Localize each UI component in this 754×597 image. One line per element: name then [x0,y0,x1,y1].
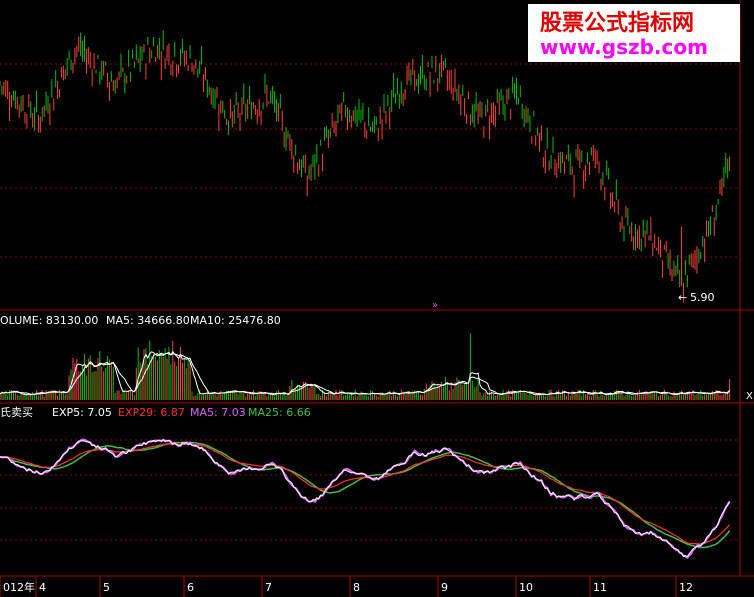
volume-ma10-label: MA10: 25476.80 [190,314,281,327]
watermark-title: 股票公式指标网 [540,10,694,36]
volume-header: OLUME: 83130.00 MA5: 34666.80 MA10: 2547… [0,314,281,327]
time-axis-label: 9 [441,581,448,594]
volume-ma5-label: MA5: 34666.80 [106,314,190,327]
time-axis-label: 6 [187,581,194,594]
low-price-label: 5.90 [690,291,715,304]
time-axis-label: 12 [679,581,693,594]
indicator-exp5: EXP5: 7.05 [52,406,112,419]
close-x-icon[interactable]: X [746,391,753,402]
low-price-arrow: ← [678,291,687,304]
watermark: 股票公式指标网 www.gszb.com [528,4,740,62]
indicator-exp29: EXP29: 6.87 [118,406,185,419]
indicator-ma25: MA25: 6.66 [248,406,311,419]
time-axis-label: 4 [39,581,46,594]
volume-label: OLUME: 83130.00 [0,314,98,327]
time-axis-label: 5 [103,581,110,594]
indicator-name: 氏卖买 [0,406,33,419]
time-axis-label: 8 [353,581,360,594]
time-axis-label: 10 [519,581,533,594]
watermark-url: www.gszb.com [540,35,708,59]
time-axis-label: 7 [265,581,272,594]
scroll-marker-icon[interactable]: » [432,300,438,311]
stock-chart[interactable]: 5.90 ← » OLUME: 83130.00 MA5: 34666.80 M… [0,0,754,597]
time-axis-label: 11 [593,581,607,594]
time-axis-label: 012年 [3,580,35,594]
indicator-ma5: MA5: 7.03 [190,406,246,419]
